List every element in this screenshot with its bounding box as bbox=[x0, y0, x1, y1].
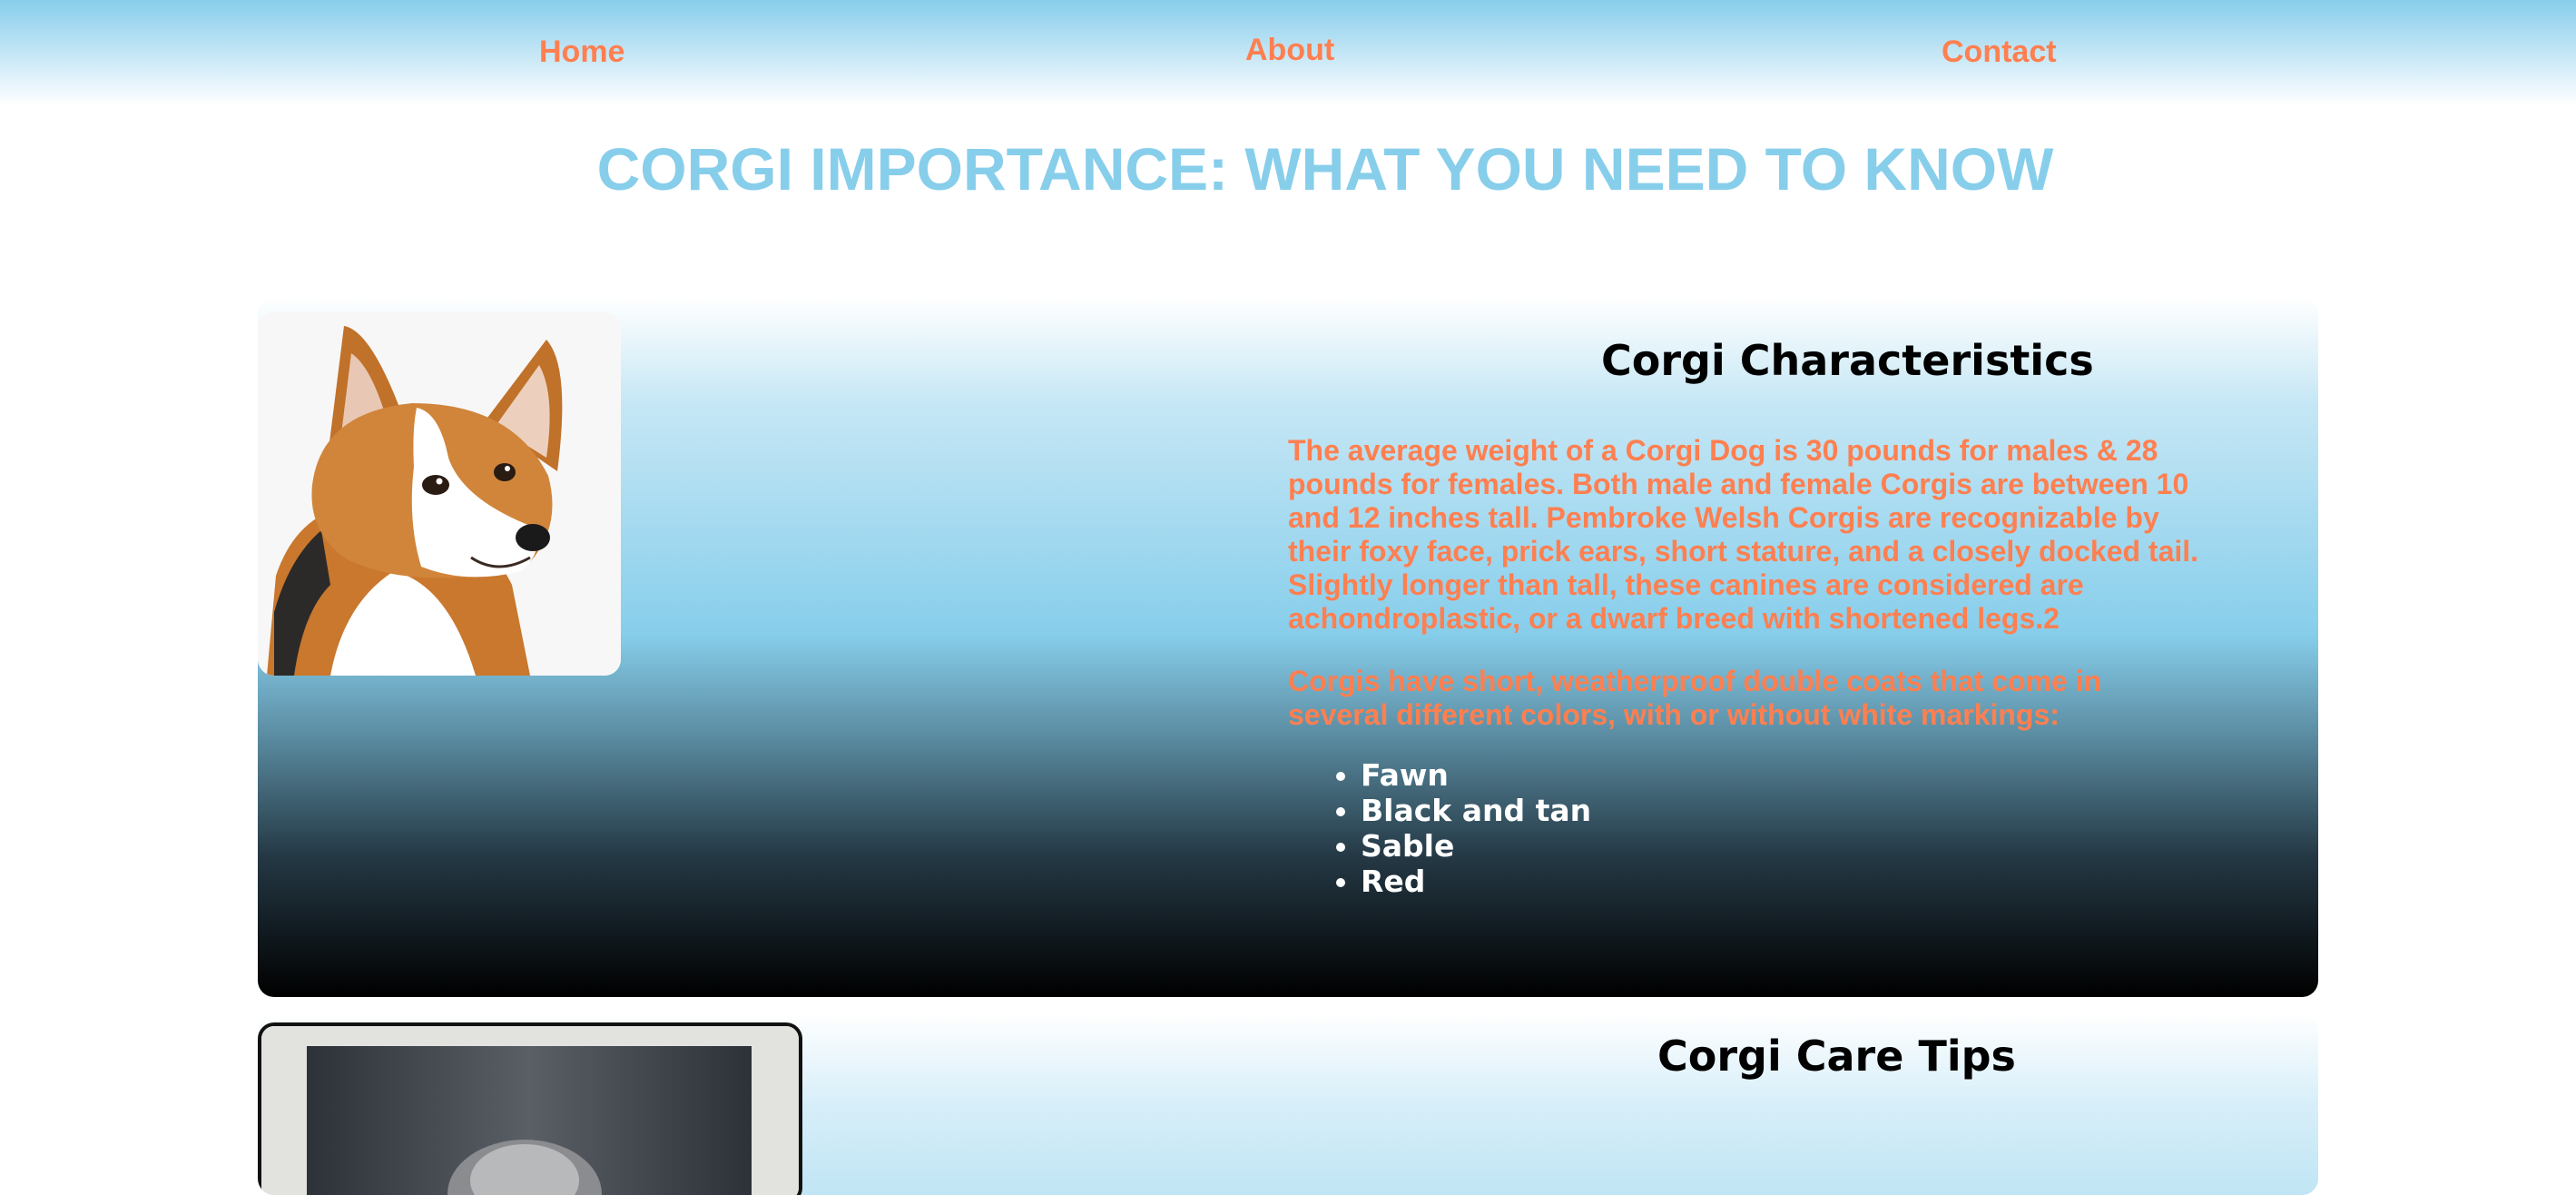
list-item-coat-color: Fawn bbox=[1361, 757, 1591, 793]
characteristics-paragraph-size: The average weight of a Corgi Dog is 30 … bbox=[1288, 434, 2199, 635]
corgi-portrait-image bbox=[258, 312, 621, 676]
top-navigation: Home About Contact bbox=[0, 0, 2576, 105]
page-title: CORGI IMPORTANCE: WHAT YOU NEED TO KNOW bbox=[596, 135, 2054, 202]
section-heading-care-tips: Corgi Care Tips bbox=[1657, 1032, 2016, 1081]
nav-link-about[interactable]: About bbox=[1245, 33, 1334, 68]
nav-link-contact[interactable]: Contact bbox=[1942, 35, 2057, 70]
nav-link-home[interactable]: Home bbox=[539, 35, 624, 70]
list-item-coat-color: Black and tan bbox=[1361, 793, 1591, 828]
characteristics-paragraph-coat: Corgis have short, weatherproof double c… bbox=[1288, 665, 2102, 731]
vintage-portrait-image bbox=[261, 1026, 799, 1195]
care-tips-section: Corgi Care Tips bbox=[258, 1013, 2318, 1195]
coat-color-list: Fawn Black and tan Sable Red bbox=[1332, 757, 1591, 899]
list-item-coat-color: Sable bbox=[1361, 828, 1591, 864]
list-item-coat-color: Red bbox=[1361, 864, 1591, 899]
corgi-photo bbox=[258, 312, 621, 676]
vintage-photo bbox=[258, 1022, 802, 1195]
characteristics-section: Corgi Characteristics The average weight… bbox=[258, 298, 2318, 997]
section-heading-characteristics: Corgi Characteristics bbox=[1601, 336, 2094, 385]
